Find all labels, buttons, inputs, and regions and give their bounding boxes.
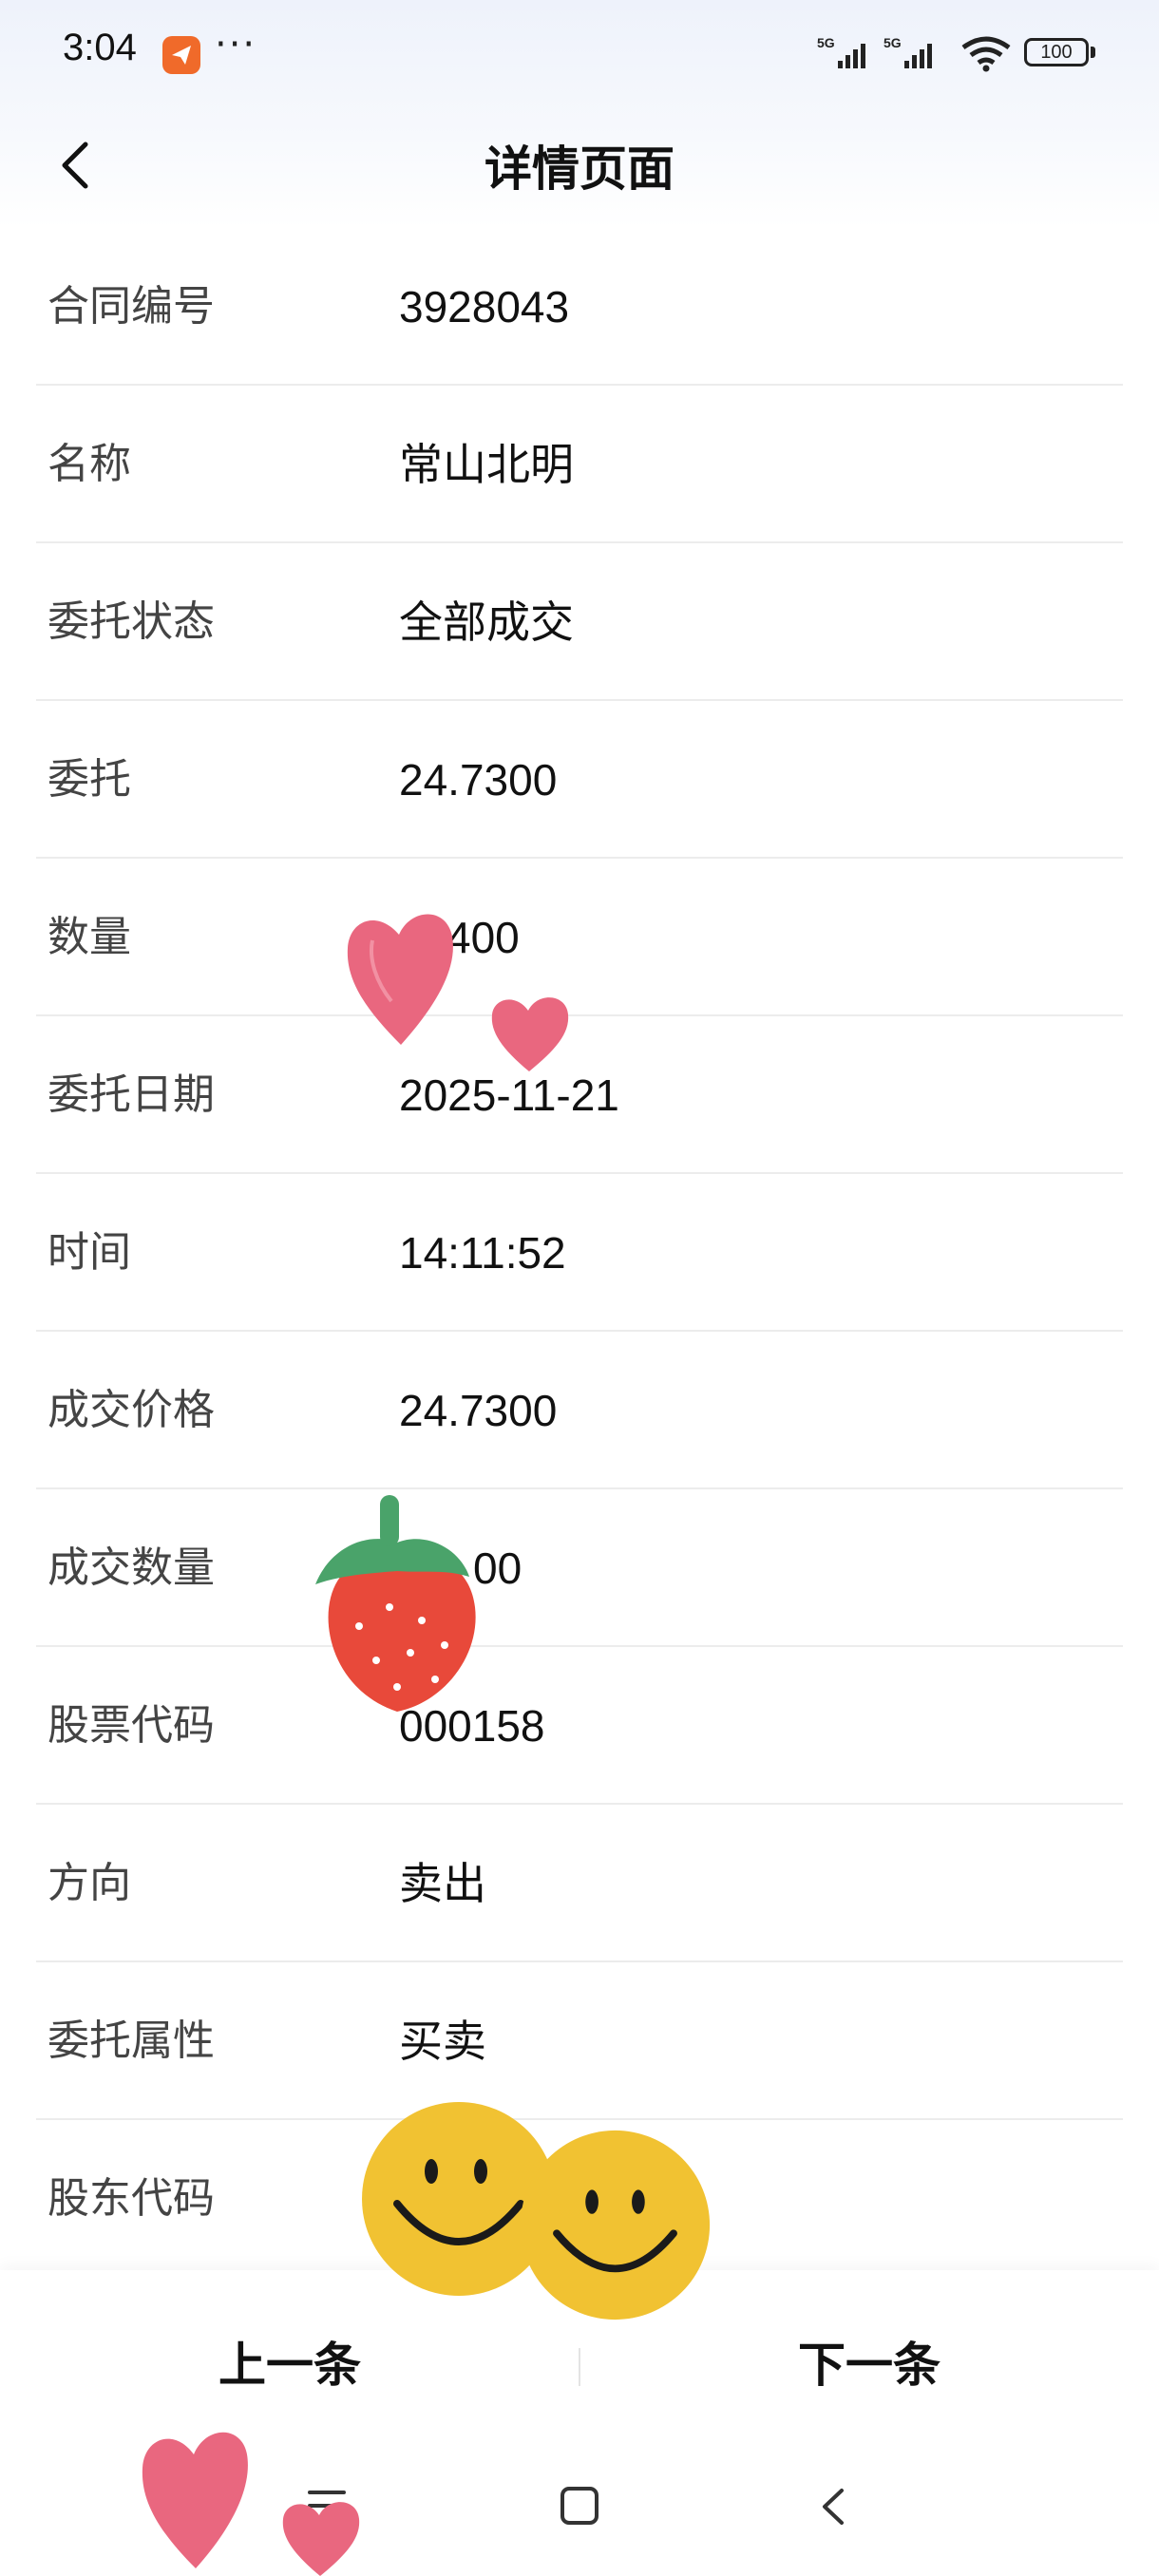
- signal-icon-2: 5G: [884, 35, 932, 68]
- detail-row-order-attribute: 委托属性 买卖: [0, 1962, 1159, 2120]
- smiley-sticker-2-icon: [520, 2130, 711, 2320]
- row-value: 买卖: [399, 2017, 486, 2066]
- detail-row-deal-price: 成交价格 24.7300: [0, 1332, 1159, 1489]
- nav-back-icon[interactable]: [815, 2483, 853, 2530]
- detail-row-order-status: 委托状态 全部成交: [0, 543, 1159, 701]
- detail-row-contract-number: 合同编号 3928043: [0, 228, 1159, 386]
- signal-icon: 5G: [817, 35, 865, 68]
- home-square-icon[interactable]: [559, 2485, 600, 2527]
- row-label: 成交价格: [48, 1386, 215, 1434]
- more-notifications-icon: ···: [215, 23, 257, 66]
- row-label: 名称: [48, 440, 131, 488]
- svg-text:5G: 5G: [884, 35, 902, 50]
- heart-sticker-bottom-icon: [142, 2432, 248, 2568]
- row-label: 合同编号: [48, 282, 215, 331]
- row-label: 委托日期: [48, 1070, 215, 1119]
- detail-row-direction: 方向 卖出: [0, 1805, 1159, 1962]
- row-label: 委托属性: [48, 2017, 215, 2065]
- row-label: 成交数量: [48, 1544, 215, 1592]
- heart-sticker-icon: [347, 914, 453, 1045]
- row-value: 卖出: [399, 1859, 486, 1908]
- row-value: 14:11:52: [399, 1228, 566, 1278]
- battery-indicator: 100: [1024, 38, 1089, 66]
- wifi-icon: [961, 36, 1011, 72]
- row-label: 委托: [48, 755, 131, 804]
- detail-row-time: 时间 14:11:52: [0, 1174, 1159, 1332]
- detail-row-order-price: 委托 24.7300: [0, 701, 1159, 859]
- row-label: 时间: [48, 1228, 131, 1277]
- row-label: 委托状态: [48, 597, 215, 646]
- detail-row-stock-code: 股票代码 000158: [0, 1647, 1159, 1805]
- detail-list: 合同编号 3928043 名称 常山北明 委托状态 全部成交 委托 24.730…: [0, 228, 1159, 2278]
- row-label: 股东代码: [48, 2174, 215, 2223]
- row-label: 股票代码: [48, 1701, 215, 1750]
- app-notification-icon: [162, 36, 200, 74]
- strawberry-sticker-icon: [315, 1495, 476, 1712]
- row-value: 常山北明: [399, 440, 574, 489]
- row-value: 全部成交: [399, 597, 574, 647]
- row-label: 数量: [48, 913, 131, 961]
- previous-button[interactable]: 上一条: [0, 2270, 580, 2460]
- detail-row-deal-quantity: 成交数量 00: [0, 1489, 1159, 1647]
- detail-row-name: 名称 常山北明: [0, 386, 1159, 543]
- heart-sticker-bottom-small-icon: [282, 2502, 360, 2576]
- heart-sticker-small-icon: [491, 997, 569, 1071]
- detail-row-order-date: 委托日期 2025-11-21: [0, 1016, 1159, 1174]
- svg-text:5G: 5G: [817, 35, 835, 50]
- battery-tip: [1091, 47, 1095, 58]
- row-value: 24.7300: [399, 1386, 558, 1435]
- row-value: 3928043: [399, 282, 570, 331]
- row-value: 24.7300: [399, 755, 558, 805]
- page-title: 详情页面: [484, 142, 674, 197]
- status-time: 3:04: [63, 27, 137, 68]
- row-label: 方向: [48, 1859, 131, 1907]
- detail-row-quantity: 数量 400: [0, 859, 1159, 1016]
- page-header: 详情页面: [0, 104, 1159, 218]
- status-bar: 3:04 ··· 5G 5G 100: [0, 0, 1159, 104]
